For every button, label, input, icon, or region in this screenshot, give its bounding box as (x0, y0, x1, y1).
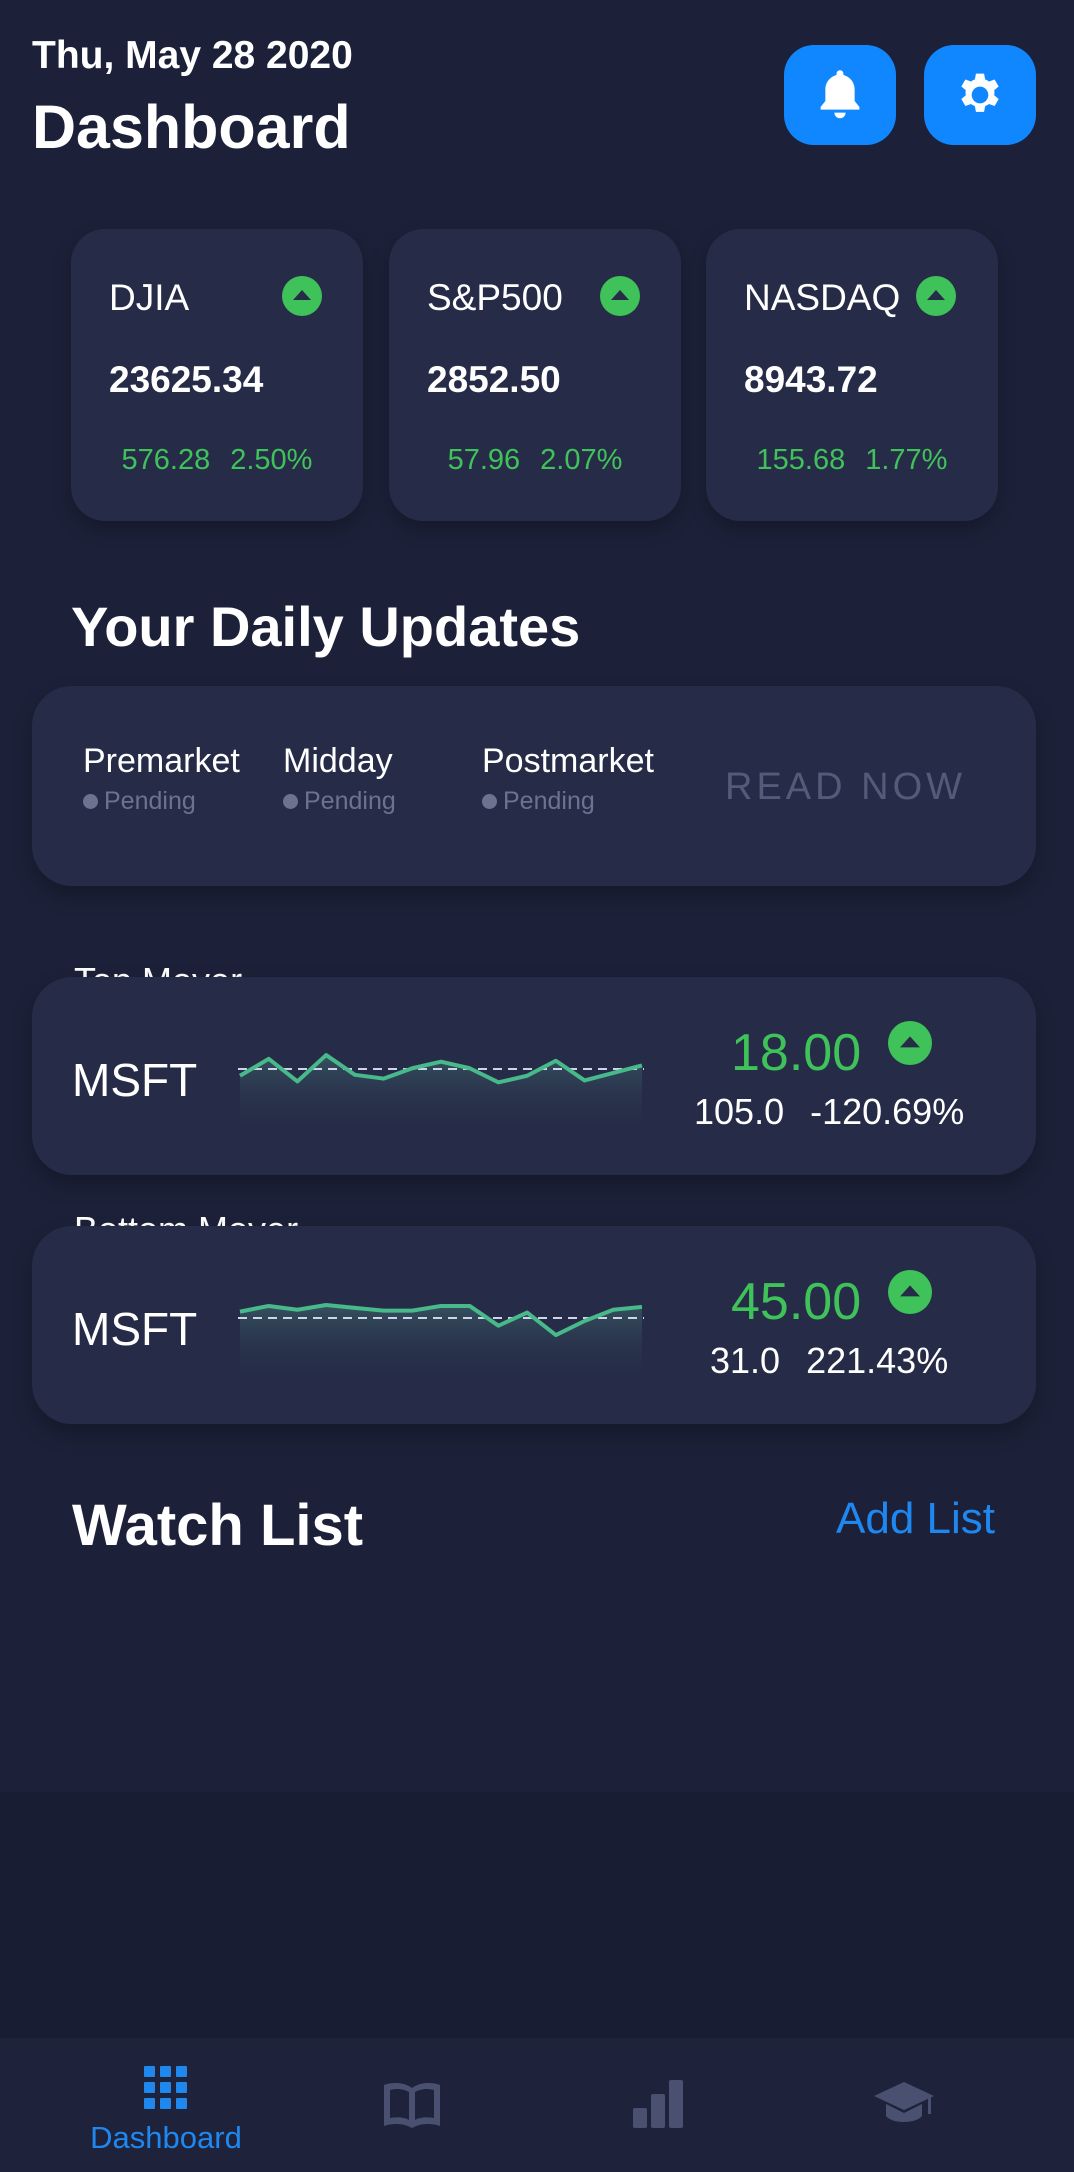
status-dot (283, 794, 298, 809)
index-name: DJIA (109, 277, 190, 318)
nav-dashboard[interactable]: Dashboard (32, 2038, 300, 2172)
nav-label: Dashboard (90, 2120, 242, 2155)
content-footer-area (0, 1792, 1074, 2038)
graduation-cap-icon (874, 2082, 934, 2122)
index-card-sp500[interactable]: S&P500 2852.50 57.96 2.07% (389, 229, 681, 521)
up-arrow-icon (600, 276, 640, 316)
update-label: Midday (283, 742, 393, 780)
update-premarket[interactable]: Premarket Pending (83, 742, 240, 816)
index-card-nasdaq[interactable]: NASDAQ 8943.72 155.68 1.77% (706, 229, 998, 521)
mover-ticker: MSFT (72, 1054, 198, 1106)
settings-button[interactable] (924, 45, 1036, 145)
bar-chart-icon (633, 2080, 683, 2128)
index-value: 23625.34 (109, 359, 264, 400)
index-change: 155.68 1.77% (756, 444, 948, 476)
bottom-mover-card[interactable]: MSFT 45.00 31.0 221.43% (32, 1226, 1036, 1424)
update-status: Pending (83, 787, 240, 816)
page-title: Dashboard (32, 93, 351, 161)
watch-list-title: Watch List (72, 1493, 364, 1558)
read-now-button[interactable]: READ NOW (725, 766, 966, 809)
daily-updates-title: Your Daily Updates (71, 595, 581, 658)
update-label: Premarket (83, 742, 240, 780)
top-mover-card[interactable]: MSFT 18.00 105.0 -120.69% (32, 977, 1036, 1175)
mover-price: 18.00 (731, 1024, 862, 1082)
status-dot (83, 794, 98, 809)
status-dot (482, 794, 497, 809)
bell-icon (820, 70, 860, 119)
update-midday[interactable]: Midday Pending (283, 742, 396, 816)
book-icon (384, 2083, 440, 2128)
notifications-button[interactable] (784, 45, 896, 145)
mover-price: 45.00 (731, 1273, 862, 1331)
header: Thu, May 28 2020 Dashboard (0, 0, 1074, 180)
update-status: Pending (482, 787, 654, 816)
index-change: 576.28 2.50% (121, 444, 313, 476)
index-name: S&P500 (427, 277, 563, 318)
sparkline-area (240, 1055, 642, 1133)
gear-icon (961, 73, 999, 112)
mover-ticker: MSFT (72, 1303, 198, 1355)
index-name: NASDAQ (744, 277, 901, 318)
index-value: 2852.50 (427, 359, 561, 400)
update-postmarket[interactable]: Postmarket Pending (482, 742, 654, 816)
nav-learn[interactable] (278, 2038, 546, 2172)
sparkline-chart (238, 1053, 644, 1133)
up-arrow-icon (916, 276, 956, 316)
bottom-nav: Dashboard (0, 2038, 1074, 2172)
date-label: Thu, May 28 2020 (32, 34, 353, 77)
up-arrow-icon (888, 1270, 932, 1314)
mover-detail: 31.0 221.43% (710, 1340, 949, 1381)
daily-updates-card: Premarket Pending Midday Pending Postmar… (32, 686, 1036, 886)
nav-stats[interactable] (524, 2038, 792, 2172)
up-arrow-icon (888, 1021, 932, 1065)
index-value: 8943.72 (744, 359, 878, 400)
add-list-button[interactable]: Add List (836, 1494, 995, 1544)
update-status: Pending (283, 787, 396, 816)
index-change: 57.96 2.07% (447, 444, 623, 476)
index-card-djia[interactable]: DJIA 23625.34 576.28 2.50% (71, 229, 363, 521)
mover-detail: 105.0 -120.69% (694, 1091, 965, 1132)
sparkline-chart (238, 1303, 644, 1382)
update-label: Postmarket (482, 742, 654, 780)
nav-education[interactable] (770, 2038, 1038, 2172)
sparkline-area (240, 1305, 642, 1382)
up-arrow-icon (282, 276, 322, 316)
grid-icon (144, 2066, 187, 2109)
